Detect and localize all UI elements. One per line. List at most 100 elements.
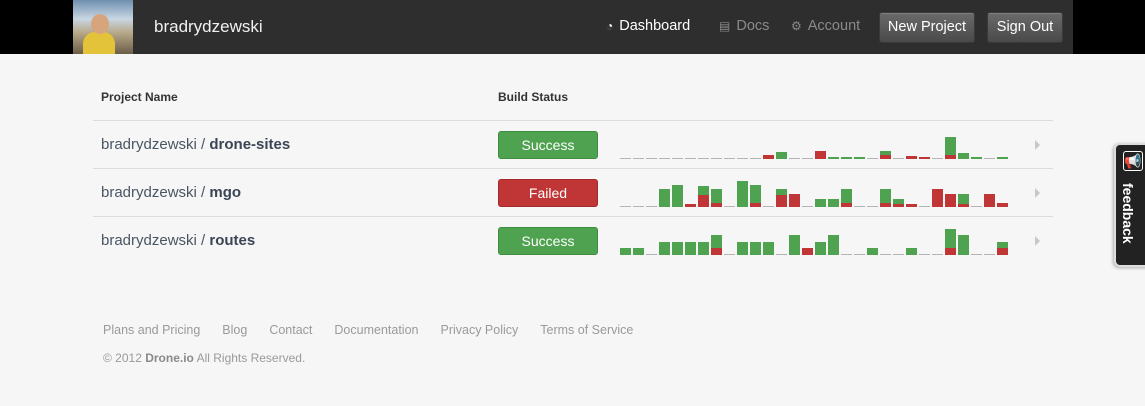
feedback-tab[interactable]: 📢 feedback [1114, 143, 1145, 267]
build-bar[interactable] [893, 254, 904, 255]
build-bar[interactable] [711, 235, 722, 255]
build-bar[interactable] [633, 206, 644, 207]
build-bar[interactable] [776, 152, 787, 159]
build-bar[interactable] [672, 242, 683, 255]
build-bar[interactable] [971, 157, 982, 159]
footer-link-blog[interactable]: Blog [222, 323, 247, 337]
build-bar[interactable] [854, 206, 865, 207]
footer-link-terms[interactable]: Terms of Service [540, 323, 633, 337]
build-bar[interactable] [620, 248, 631, 255]
build-bar[interactable] [932, 158, 943, 159]
build-bar[interactable] [659, 158, 670, 159]
nav-docs[interactable]: ▤ Docs [719, 18, 769, 34]
avatar[interactable] [73, 0, 133, 54]
project-row[interactable]: bradrydzewski / drone-sites Success [93, 120, 1053, 169]
build-bar[interactable] [997, 242, 1008, 255]
build-bar[interactable] [945, 229, 956, 255]
build-bar[interactable] [724, 206, 735, 207]
build-bar[interactable] [685, 242, 696, 255]
build-bar[interactable] [880, 254, 891, 255]
build-bar[interactable] [776, 189, 787, 207]
chevron-right-icon[interactable] [1035, 188, 1040, 198]
nav-account[interactable]: ⚙ Account [791, 18, 860, 34]
build-bar[interactable] [711, 189, 722, 207]
build-bar[interactable] [841, 157, 852, 159]
build-bar[interactable] [867, 158, 878, 159]
build-bar[interactable] [828, 235, 839, 255]
build-bar[interactable] [854, 254, 865, 255]
build-bar[interactable] [919, 157, 930, 159]
build-bar[interactable] [763, 155, 774, 159]
build-bar[interactable] [737, 158, 748, 159]
chevron-right-icon[interactable] [1035, 140, 1040, 150]
footer-link-pricing[interactable]: Plans and Pricing [103, 323, 200, 337]
build-bar[interactable] [971, 206, 982, 207]
build-bar[interactable] [802, 248, 813, 255]
build-bar[interactable] [893, 158, 904, 159]
build-bar[interactable] [750, 242, 761, 255]
build-bar[interactable] [789, 158, 800, 159]
footer-link-documentation[interactable]: Documentation [334, 323, 418, 337]
project-row[interactable]: bradrydzewski / routes Success [93, 216, 1053, 265]
build-bar[interactable] [763, 206, 774, 207]
build-bar[interactable] [997, 203, 1008, 207]
build-bar[interactable] [724, 158, 735, 159]
build-bar[interactable] [737, 242, 748, 255]
build-bar[interactable] [789, 235, 800, 255]
build-bar[interactable] [945, 194, 956, 207]
build-bar[interactable] [724, 254, 735, 255]
build-bar[interactable] [815, 242, 826, 255]
build-bar[interactable] [867, 206, 878, 207]
build-bar[interactable] [711, 158, 722, 159]
build-bar[interactable] [737, 181, 748, 207]
build-bar[interactable] [685, 158, 696, 159]
chevron-right-icon[interactable] [1035, 236, 1040, 246]
build-bar[interactable] [906, 204, 917, 207]
build-bar[interactable] [750, 158, 761, 159]
build-bar[interactable] [698, 186, 709, 207]
build-bar[interactable] [633, 248, 644, 255]
build-bar[interactable] [932, 254, 943, 255]
build-bar[interactable] [906, 156, 917, 159]
build-bar[interactable] [841, 189, 852, 207]
build-bar[interactable] [646, 254, 657, 255]
build-bar[interactable] [646, 158, 657, 159]
build-bar[interactable] [984, 158, 995, 159]
build-bar[interactable] [672, 185, 683, 207]
build-bar[interactable] [984, 194, 995, 207]
footer-link-privacy[interactable]: Privacy Policy [440, 323, 518, 337]
build-bar[interactable] [971, 254, 982, 255]
sign-out-button[interactable]: Sign Out [987, 12, 1063, 43]
build-bar[interactable] [932, 189, 943, 207]
build-bar[interactable] [802, 206, 813, 207]
build-bar[interactable] [776, 254, 787, 255]
build-bar[interactable] [867, 248, 878, 255]
new-project-button[interactable]: New Project [879, 12, 975, 43]
build-bar[interactable] [698, 242, 709, 255]
build-bar[interactable] [815, 199, 826, 207]
build-bar[interactable] [620, 158, 631, 159]
build-bar[interactable] [906, 248, 917, 255]
build-bar[interactable] [698, 158, 709, 159]
build-bar[interactable] [672, 158, 683, 159]
build-bar[interactable] [945, 137, 956, 159]
footer-link-contact[interactable]: Contact [269, 323, 312, 337]
build-bar[interactable] [815, 151, 826, 159]
build-bar[interactable] [997, 157, 1008, 159]
build-bar[interactable] [841, 254, 852, 255]
build-bar[interactable] [659, 242, 670, 255]
build-bar[interactable] [919, 206, 930, 207]
build-bar[interactable] [750, 185, 761, 207]
build-bar[interactable] [984, 254, 995, 255]
build-bar[interactable] [802, 158, 813, 159]
build-bar[interactable] [828, 199, 839, 207]
build-bar[interactable] [958, 235, 969, 255]
username[interactable]: bradrydzewski [154, 17, 263, 37]
build-bar[interactable] [685, 204, 696, 207]
build-bar[interactable] [646, 206, 657, 207]
build-bar[interactable] [880, 151, 891, 159]
nav-dashboard[interactable]: ◔ Dashboard [606, 18, 690, 34]
build-bar[interactable] [763, 242, 774, 255]
build-bar[interactable] [880, 189, 891, 207]
build-bar[interactable] [893, 199, 904, 207]
